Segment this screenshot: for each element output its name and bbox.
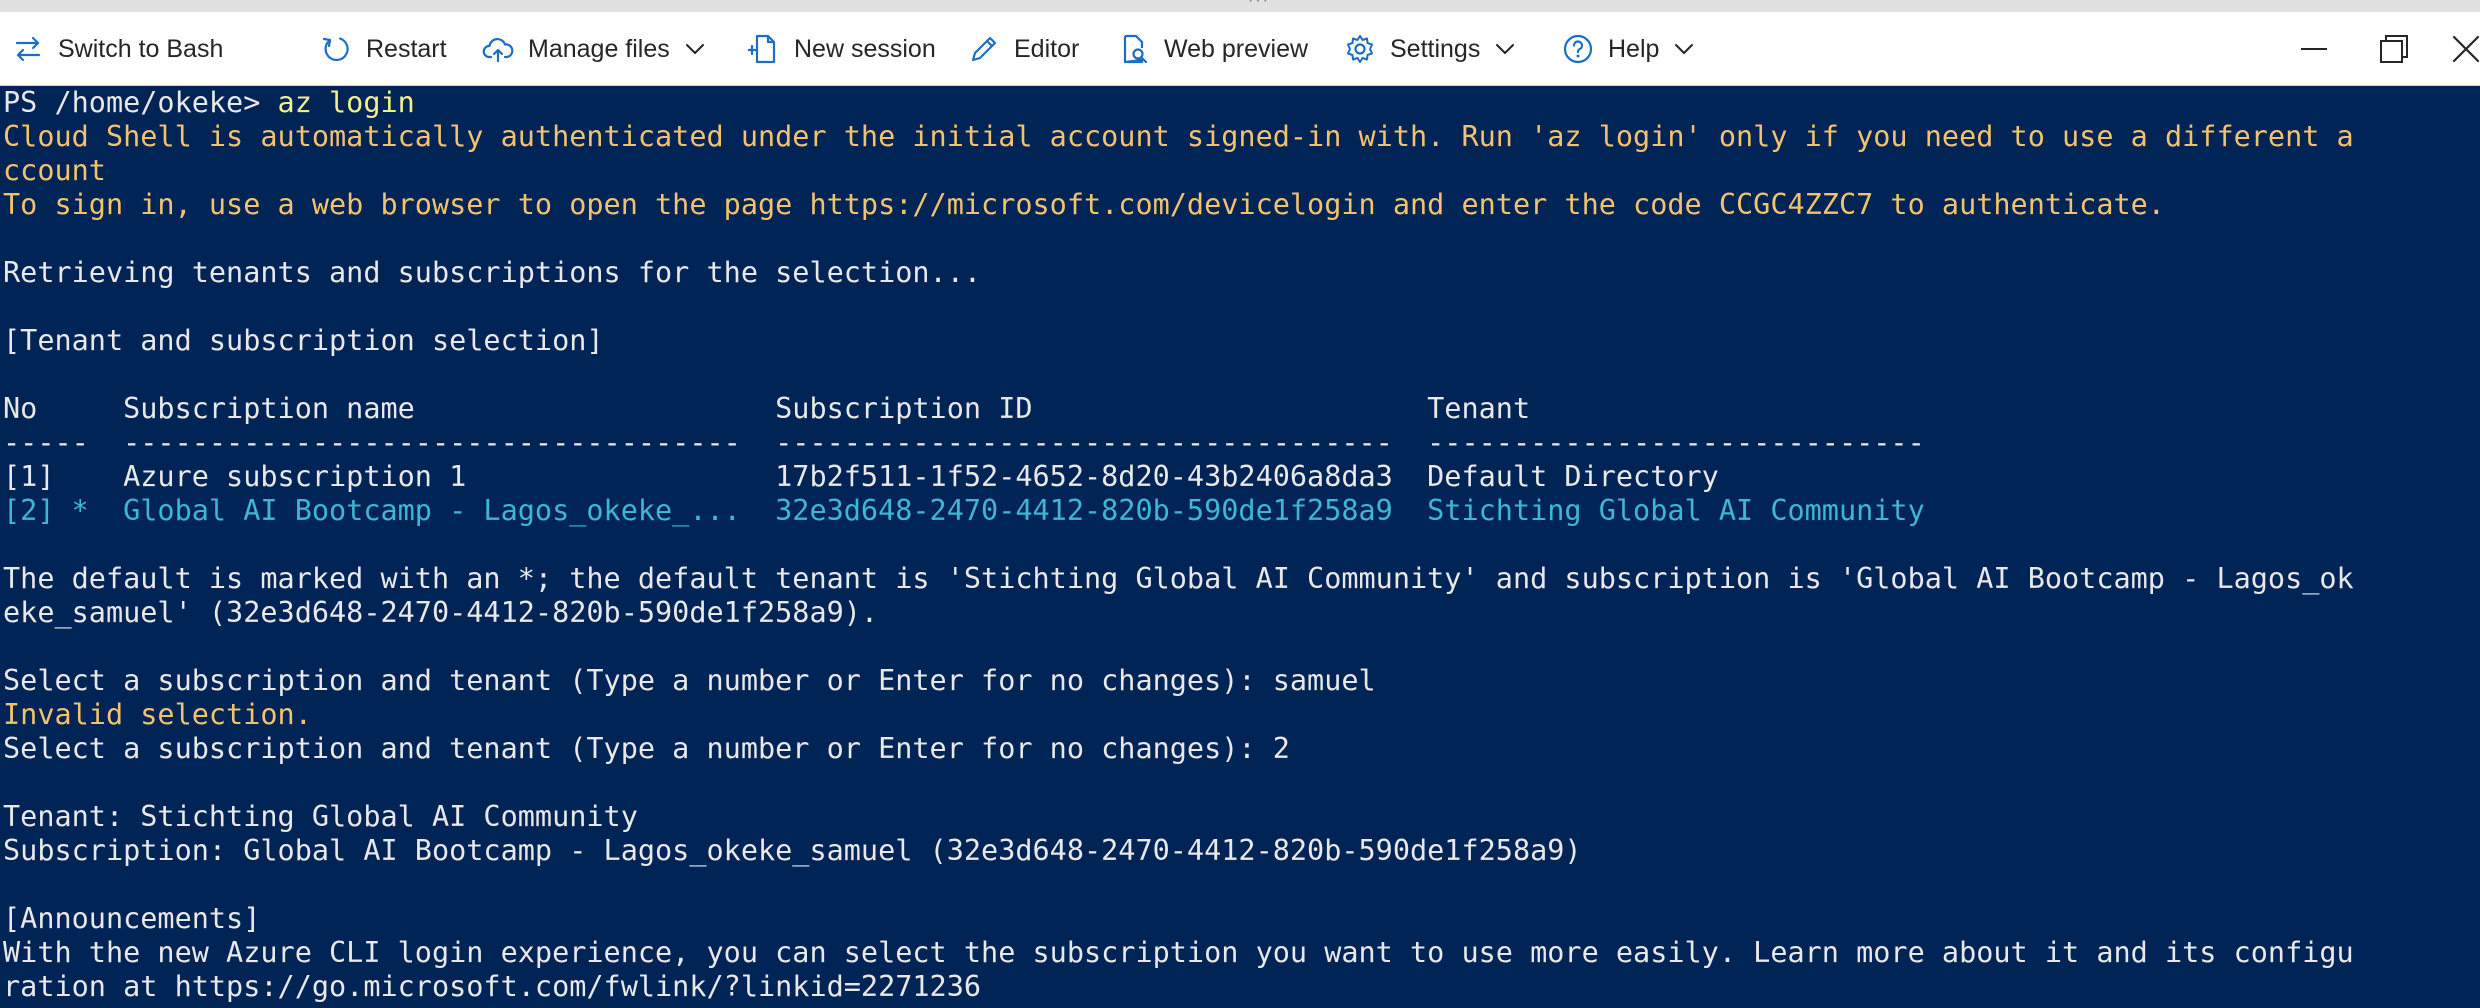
manage-files-label: Manage files xyxy=(528,34,670,63)
terminal-line: To sign in, use a web browser to open th… xyxy=(3,188,2165,221)
drag-handle-icon[interactable]: ··· xyxy=(1248,0,1270,9)
gear-icon xyxy=(1347,35,1373,63)
chevron-down-icon xyxy=(1675,44,1694,54)
web-preview-label: Web preview xyxy=(1164,34,1309,63)
manage-files-button[interactable]: Manage files xyxy=(482,12,706,86)
cloud-upload-icon xyxy=(482,38,514,63)
terminal-line: [2] * Global AI Bootcamp - Lagos_okeke_.… xyxy=(3,494,1925,527)
web-preview-button[interactable]: Web preview xyxy=(1118,12,1308,86)
command-text: az login xyxy=(277,86,415,119)
terminal-line: Select a subscription and tenant (Type a… xyxy=(3,664,1376,697)
terminal-line: [Announcements] xyxy=(3,902,261,935)
terminal-line: Tenant: Stichting Global AI Community xyxy=(3,800,638,833)
terminal-line: ration at https://go.microsoft.com/fwlin… xyxy=(3,970,982,1003)
prompt-line: PS /home/okeke> az login xyxy=(3,86,415,120)
editor-label: Editor xyxy=(1014,34,1080,63)
terminal-line: Invalid selection. xyxy=(3,698,312,731)
close-button[interactable] xyxy=(2436,12,2480,86)
new-session-label: New session xyxy=(794,34,936,63)
terminal-line: [1] Azure subscription 1 17b2f511-1f52-4… xyxy=(3,460,1719,493)
restart-icon xyxy=(322,37,349,62)
cloud-shell-toolbar: Switch to Bash Restart Manage files New … xyxy=(0,12,2480,86)
terminal-line: Select a subscription and tenant (Type a… xyxy=(3,732,1290,765)
terminal-line: Subscription: Global AI Bootcamp - Lagos… xyxy=(3,834,1582,867)
cloud-shell-window: ··· Switch to Bash Restart Manage files xyxy=(0,0,2480,1008)
prompt: PS /home/okeke> xyxy=(3,86,278,119)
terminal-line: No Subscription name Subscription ID Ten… xyxy=(3,392,1531,425)
close-icon xyxy=(2452,35,2480,63)
resize-strip[interactable]: ··· xyxy=(0,0,2480,12)
terminal-line: Retrieving tenants and subscriptions for… xyxy=(3,256,982,289)
web-preview-icon xyxy=(1123,34,1148,64)
switch-shell-label: Switch to Bash xyxy=(58,34,224,63)
restore-icon xyxy=(2380,35,2408,63)
terminal-line: eke_samuel' (32e3d648-2470-4412-820b-590… xyxy=(3,596,879,629)
terminal-line: [Tenant and subscription selection] xyxy=(3,324,604,357)
editor-button[interactable]: Editor xyxy=(968,12,1079,86)
minimize-icon xyxy=(2301,48,2327,50)
settings-button[interactable]: Settings xyxy=(1344,12,1516,86)
restart-label: Restart xyxy=(366,34,447,63)
chevron-down-icon xyxy=(685,44,704,54)
terminal-line: ----- ----------------------------------… xyxy=(3,426,1925,459)
question-icon xyxy=(1563,34,1593,64)
minimize-button[interactable] xyxy=(2284,12,2344,86)
help-label: Help xyxy=(1608,34,1660,63)
pencil-icon xyxy=(971,36,997,62)
switch-shell-button[interactable]: Switch to Bash xyxy=(12,12,223,86)
terminal-line: Cloud Shell is automatically authenticat… xyxy=(3,120,2354,153)
restart-button[interactable]: Restart xyxy=(320,12,447,86)
new-session-icon xyxy=(748,34,776,64)
switch-arrows-icon xyxy=(15,36,41,62)
settings-label: Settings xyxy=(1390,34,1481,63)
new-session-button[interactable]: New session xyxy=(748,12,936,86)
chevron-down-icon xyxy=(1496,44,1515,54)
help-button[interactable]: Help xyxy=(1562,12,1695,86)
terminal-line: ccount xyxy=(3,154,106,187)
restore-button[interactable] xyxy=(2364,12,2424,86)
terminal-line: The default is marked with an *; the def… xyxy=(3,562,2354,595)
terminal-output[interactable]: PS /home/okeke> az login Cloud Shell is … xyxy=(0,86,2480,1008)
terminal-line: With the new Azure CLI login experience,… xyxy=(3,936,2354,969)
